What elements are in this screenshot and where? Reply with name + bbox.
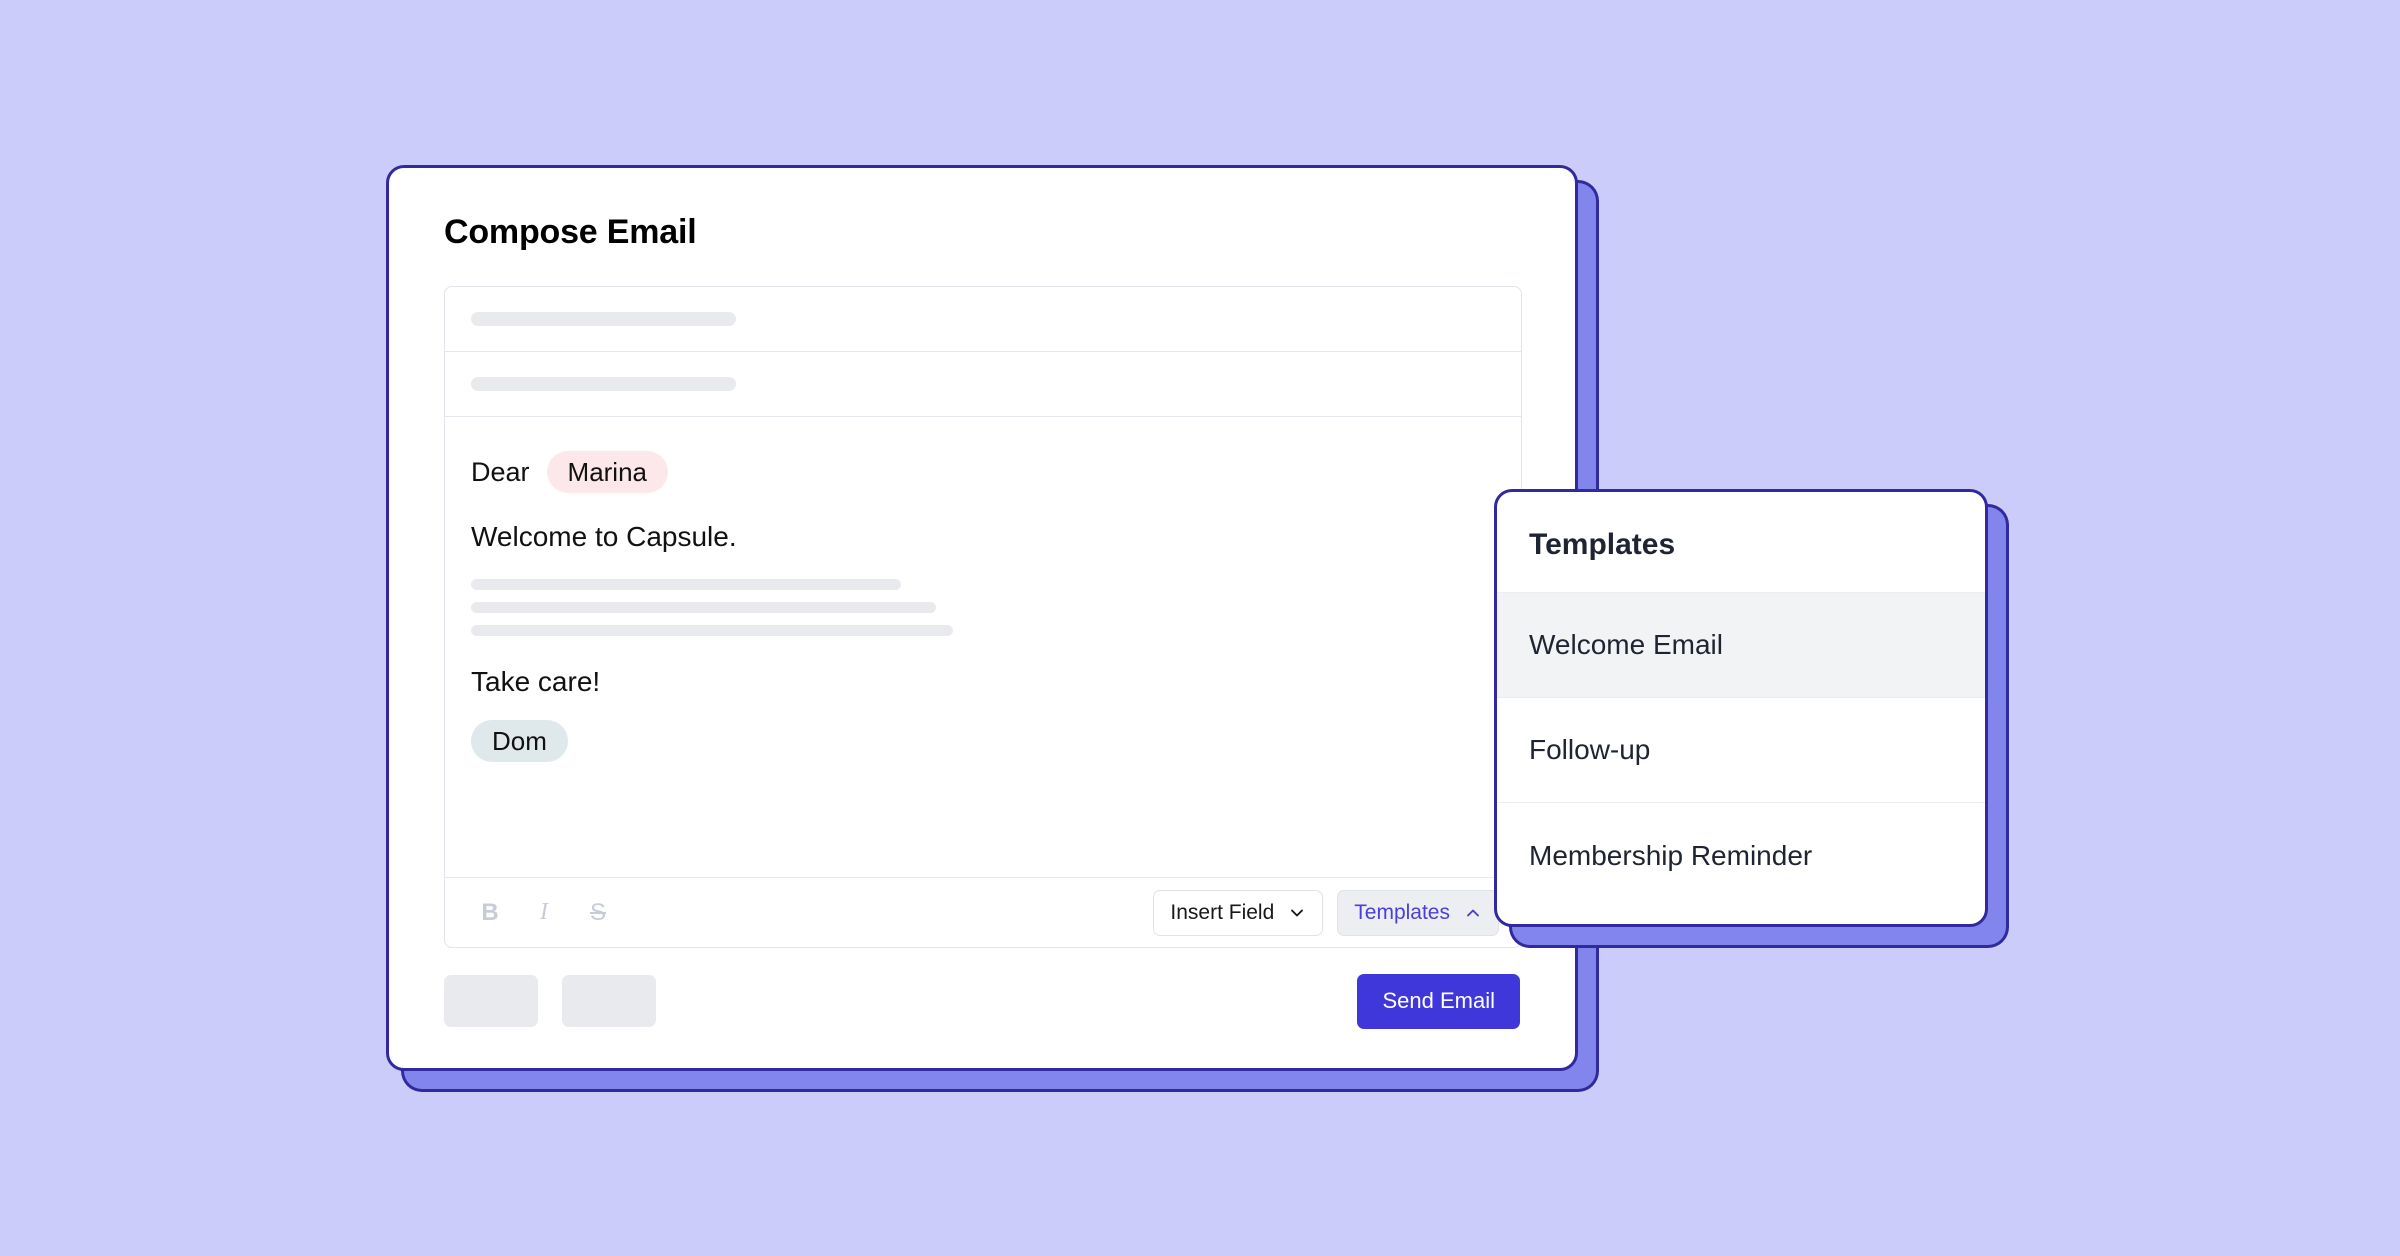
greeting-row: Dear Marina (471, 451, 1495, 493)
subject-field-row[interactable] (445, 352, 1521, 417)
subject-field-skeleton (471, 377, 736, 391)
template-item-membership-reminder[interactable]: Membership Reminder (1497, 803, 1985, 908)
template-item-label: Follow-up (1529, 734, 1651, 765)
compose-footer: Send Email (444, 972, 1520, 1030)
body-skeleton-line (471, 579, 901, 590)
greeting-text: Dear (471, 456, 530, 487)
sender-merge-pill[interactable]: Dom (471, 720, 568, 762)
body-skeleton-line (471, 602, 936, 613)
to-field-row[interactable] (445, 287, 1521, 352)
template-item-welcome-email[interactable]: Welcome Email (1497, 593, 1985, 698)
italic-icon[interactable]: I (525, 894, 563, 932)
email-body-editor[interactable]: Dear Marina Welcome to Capsule. Take car… (445, 417, 1521, 815)
templates-button-label: Templates (1354, 900, 1450, 924)
footer-action-placeholder[interactable] (562, 975, 656, 1027)
body-skeleton-group (471, 579, 1495, 636)
chevron-up-icon (1464, 904, 1482, 922)
recipient-merge-pill[interactable]: Marina (546, 451, 669, 493)
footer-action-placeholder[interactable] (444, 975, 538, 1027)
insert-field-dropdown[interactable]: Insert Field (1153, 889, 1324, 936)
template-item-follow-up[interactable]: Follow-up (1497, 698, 1985, 803)
to-field-skeleton (471, 312, 736, 326)
templates-dropdown-button[interactable]: Templates (1337, 889, 1499, 936)
strikethrough-icon[interactable]: S (579, 894, 617, 932)
welcome-line: Welcome to Capsule. (471, 521, 737, 552)
send-email-button[interactable]: Send Email (1357, 973, 1520, 1029)
templates-dropdown-panel: Templates Welcome Email Follow-up Member… (1494, 489, 1988, 927)
sender-row: Dom (471, 716, 1495, 762)
chevron-down-icon (1288, 904, 1306, 922)
body-skeleton-line (471, 625, 953, 636)
format-toolbar: B I S Insert Field Templates (445, 877, 1521, 947)
page-title: Compose Email (444, 213, 697, 251)
template-item-label: Welcome Email (1529, 629, 1723, 660)
bold-icon[interactable]: B (471, 894, 509, 932)
email-editor-frame: Dear Marina Welcome to Capsule. Take car… (444, 286, 1522, 948)
templates-panel-heading: Templates (1497, 492, 1985, 593)
insert-field-label: Insert Field (1170, 900, 1275, 924)
template-item-label: Membership Reminder (1529, 839, 1813, 871)
signoff-line: Take care! (471, 666, 601, 697)
compose-email-window: Compose Email Dear Marina Welcome to Cap… (386, 165, 1578, 1071)
